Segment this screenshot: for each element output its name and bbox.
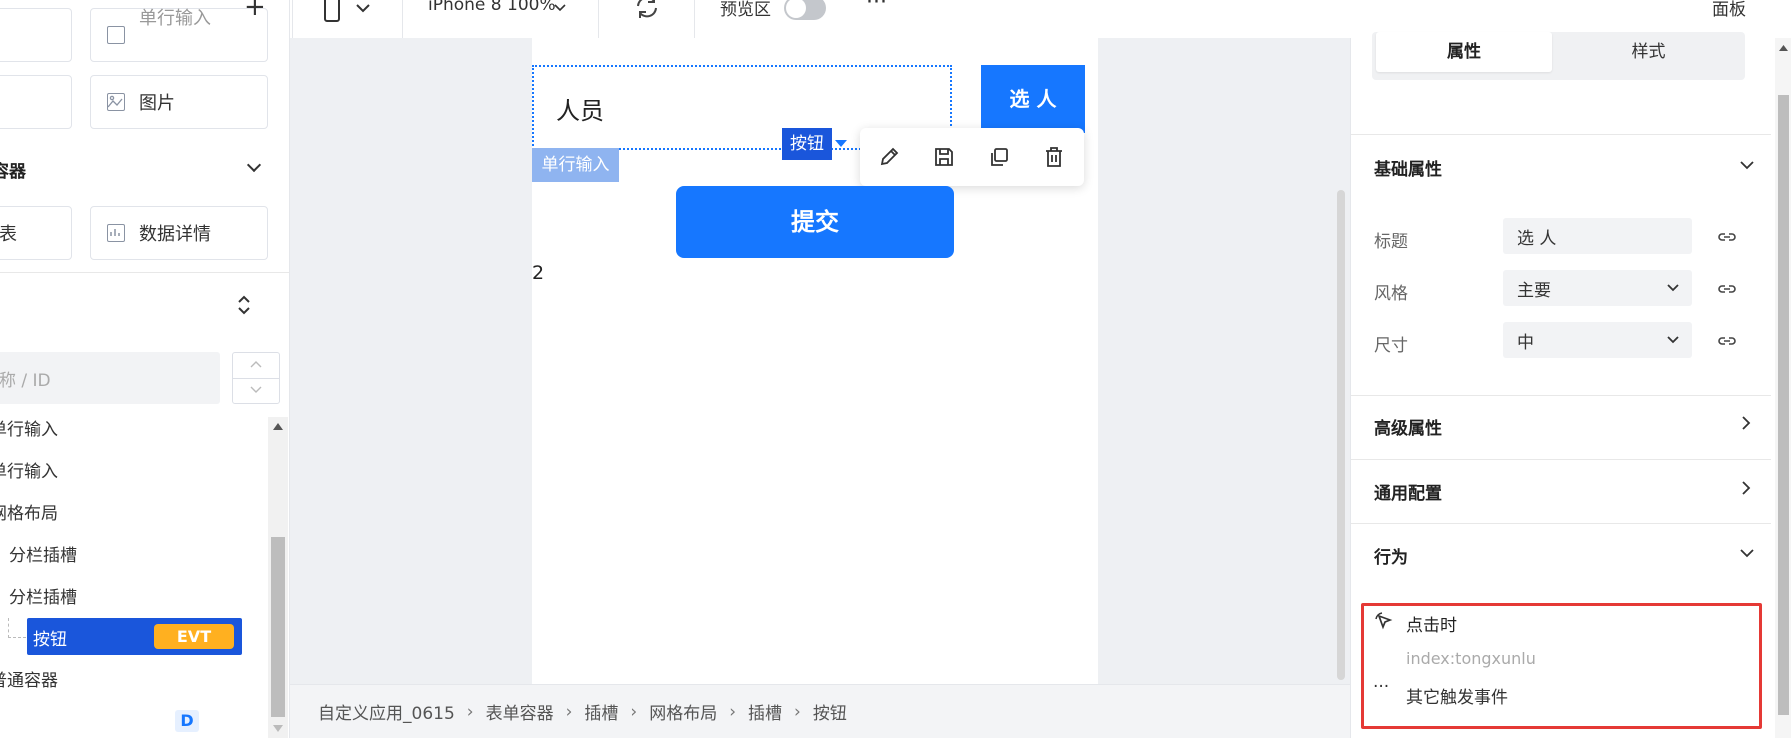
preview-toggle[interactable] [784, 0, 826, 20]
breadcrumb-item[interactable]: 表单容器 [486, 699, 554, 724]
tree-item[interactable]: 普通容器 [0, 666, 58, 691]
breadcrumb-item[interactable]: 插槽 [748, 699, 782, 724]
field-label: 标题 [1374, 232, 1408, 252]
tree-item[interactable]: 网格布局 [0, 499, 58, 524]
preview-label: 预览区 [720, 0, 771, 20]
panel-toggle[interactable]: 面板 [1712, 0, 1746, 20]
tree-item[interactable]: 分栏插槽 [9, 583, 77, 608]
component-card[interactable] [0, 8, 72, 62]
divider [0, 272, 289, 273]
breadcrumb: 自定义应用_0615 › 表单容器 › 插槽 › 网格布局 › 插槽 › 按钮 [290, 684, 1350, 738]
scrollbar-thumb[interactable] [271, 537, 285, 717]
card-label: 单行输入 [139, 8, 211, 29]
component-action-toolbar [860, 128, 1084, 186]
card-label: 数据详情 [139, 224, 211, 245]
input-value: 人员 [556, 97, 604, 125]
delete-icon[interactable] [1043, 146, 1065, 168]
field-label: 尺寸 [1374, 336, 1408, 356]
field-value: 中 [1517, 332, 1534, 353]
input-component-tag[interactable]: 单行输入 [532, 148, 619, 182]
section-behavior[interactable]: 行为 [1374, 543, 1408, 568]
chevron-right-icon[interactable] [1742, 481, 1751, 495]
component-card-single-input[interactable]: 单行输入 [90, 8, 268, 62]
chevron-down-icon[interactable] [356, 4, 370, 13]
chevron-down-icon [1667, 336, 1679, 344]
component-panel: 单行输入 图片 容器 列表 数据详情 名称 / ID [0, 0, 290, 738]
panel-scrollbar[interactable] [1775, 38, 1791, 738]
chart-icon [107, 224, 125, 242]
field-value: 选 人 [1517, 228, 1557, 249]
debug-badge[interactable]: D [175, 710, 199, 732]
breadcrumb-item[interactable]: 插槽 [584, 699, 618, 724]
scrollbar-thumb[interactable] [1778, 95, 1789, 715]
chevron-down-icon[interactable] [1740, 549, 1754, 558]
add-icon[interactable]: + [244, 0, 266, 22]
order-stepper[interactable] [232, 352, 280, 404]
card-label: 图片 [139, 93, 175, 114]
component-card-image[interactable]: 图片 [90, 75, 268, 129]
tree-item[interactable]: 分栏插槽 [9, 541, 77, 566]
property-panel: 属性 样式 基础属性 标题 选 人 风格 主要 尺寸 中 高级属性 通用配置 行… [1350, 32, 1791, 738]
section-title: 容器 [0, 162, 26, 182]
link-icon[interactable] [1717, 232, 1737, 242]
chevron-right-icon[interactable] [1742, 416, 1751, 430]
canvas-scrollbar[interactable] [1337, 190, 1345, 680]
input-icon [107, 26, 125, 44]
refresh-icon[interactable] [634, 0, 660, 20]
card-label: 列表 [0, 224, 17, 245]
breadcrumb-item[interactable]: 按钮 [813, 699, 847, 724]
scrollbar[interactable] [268, 417, 288, 738]
section-advanced-properties[interactable]: 高级属性 [1374, 414, 1442, 439]
chevron-down-icon[interactable] [1740, 161, 1754, 170]
tab-properties[interactable]: 属性 [1376, 32, 1552, 72]
caret-down-icon[interactable] [834, 139, 848, 149]
title-input[interactable]: 选 人 [1503, 218, 1692, 254]
search-placeholder: 名称 / ID [0, 370, 51, 391]
copy-icon[interactable] [988, 146, 1010, 168]
tree-item[interactable]: 单行输入 [0, 457, 58, 482]
tree-item-label: 按钮 [33, 630, 67, 650]
component-card[interactable] [0, 75, 72, 129]
save-icon[interactable] [933, 146, 955, 168]
edit-icon[interactable] [878, 146, 900, 168]
tab-bar: 属性 样式 [1372, 32, 1745, 80]
section-common-config[interactable]: 通用配置 [1374, 479, 1442, 504]
image-icon [107, 93, 125, 111]
section-basic-properties[interactable]: 基础属性 [1374, 155, 1442, 180]
expand-collapse-icon[interactable] [234, 292, 254, 318]
component-card-data-detail[interactable]: 数据详情 [90, 206, 268, 260]
tab-styles[interactable]: 样式 [1556, 32, 1741, 72]
stepper-up-icon[interactable] [250, 360, 262, 368]
tree-item-selected[interactable]: 按钮 EVT [27, 618, 242, 655]
submit-button[interactable]: 提交 [676, 186, 954, 258]
breadcrumb-item[interactable]: 网格布局 [649, 699, 717, 724]
phone-icon[interactable] [324, 0, 340, 22]
tree-item[interactable]: 单行输入 [0, 415, 58, 440]
evt-badge: EVT [154, 624, 234, 649]
link-icon[interactable] [1717, 336, 1737, 346]
select-person-button[interactable]: 选 人 [981, 65, 1085, 133]
stepper-down-icon[interactable] [250, 386, 262, 394]
more-icon[interactable]: ··· [866, 0, 887, 15]
tree-connector [8, 637, 26, 638]
chevron-down-icon[interactable] [554, 4, 566, 12]
style-select[interactable]: 主要 [1503, 270, 1692, 306]
selected-component-tag[interactable]: 按钮 [782, 128, 832, 160]
tree-connector [8, 618, 9, 638]
chevron-down-icon[interactable] [246, 157, 262, 173]
search-input[interactable]: 名称 / ID [0, 352, 220, 404]
highlight-box [1361, 603, 1762, 729]
field-label: 风格 [1374, 284, 1408, 304]
device-selector[interactable]: iPhone 8 100% [428, 0, 556, 15]
component-card-list[interactable]: 列表 [0, 206, 72, 260]
size-select[interactable]: 中 [1503, 322, 1692, 358]
number-text: 2 [532, 262, 545, 284]
breadcrumb-item[interactable]: 自定义应用_0615 [318, 699, 455, 724]
link-icon[interactable] [1717, 284, 1737, 294]
field-value: 主要 [1517, 280, 1551, 301]
chevron-down-icon [1667, 284, 1679, 292]
